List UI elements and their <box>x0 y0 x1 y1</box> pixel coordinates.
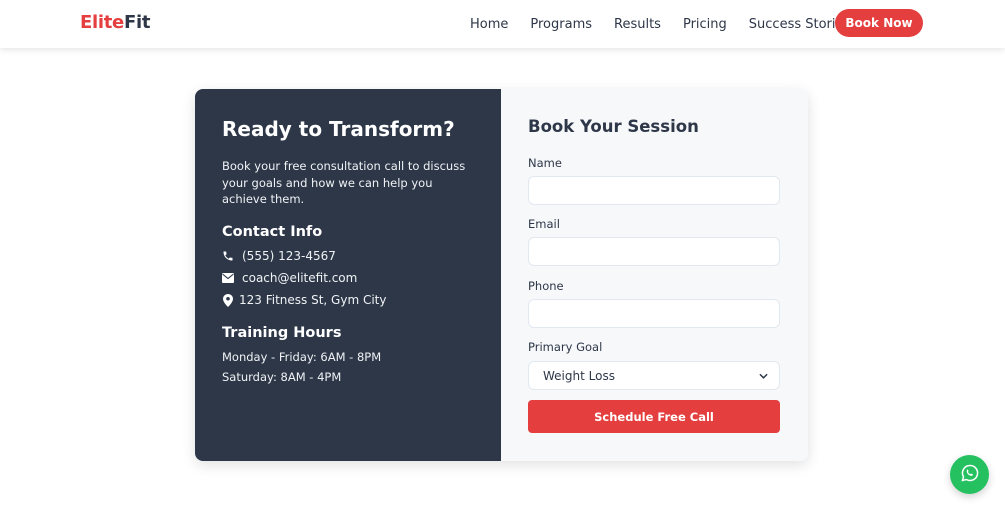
info-panel: Ready to Transform? Book your free consu… <box>195 89 501 461</box>
phone-input[interactable] <box>528 299 780 328</box>
booking-card: Ready to Transform? Book your free consu… <box>195 89 808 461</box>
form-title: Book Your Session <box>528 117 699 136</box>
nav-results[interactable]: Results <box>614 17 661 32</box>
phone-label: Phone <box>528 279 564 293</box>
contact-email-text: coach@elitefit.com <box>242 271 358 285</box>
email-label: Email <box>528 217 560 231</box>
phone-icon <box>222 250 234 262</box>
hours-title: Training Hours <box>222 325 342 341</box>
logo-fit: Fit <box>123 12 151 33</box>
info-title: Ready to Transform? <box>222 117 455 141</box>
contact-phone: (555) 123-4567 <box>222 248 336 264</box>
contact-email: coach@elitefit.com <box>222 270 357 286</box>
nav-programs[interactable]: Programs <box>530 17 592 32</box>
logo[interactable]: EliteFit <box>80 12 150 33</box>
goal-label: Primary Goal <box>528 340 603 354</box>
name-label: Name <box>528 156 562 170</box>
map-pin-icon <box>222 293 234 307</box>
name-input[interactable] <box>528 176 780 205</box>
hours-saturday: Saturday: 8AM - 4PM <box>222 370 342 384</box>
hours-weekday: Monday - Friday: 6AM - 8PM <box>222 350 382 364</box>
site-header: EliteFit Home Programs Results Pricing S… <box>0 0 1005 48</box>
goal-selected-value: Weight Loss <box>543 368 615 383</box>
logo-elite: Elite <box>80 12 124 33</box>
contact-address-text: 123 Fitness St, Gym City <box>239 293 387 307</box>
info-description: Book your free consultation call to disc… <box>222 159 466 206</box>
contact-title: Contact Info <box>222 224 323 240</box>
main-nav: Home Programs Results Pricing Success St… <box>470 0 850 48</box>
contact-address: 123 Fitness St, Gym City <box>222 292 386 308</box>
schedule-call-button[interactable]: Schedule Free Call <box>528 400 780 433</box>
nav-home[interactable]: Home <box>470 17 508 32</box>
contact-phone-text: (555) 123-4567 <box>242 249 336 263</box>
chevron-down-icon <box>759 371 769 381</box>
nav-pricing[interactable]: Pricing <box>683 17 727 32</box>
email-input[interactable] <box>528 237 780 266</box>
book-now-button[interactable]: Book Now <box>835 9 923 37</box>
goal-select[interactable]: Weight Loss <box>528 361 780 390</box>
booking-form: Book Your Session Name Email Phone Prima… <box>501 89 808 461</box>
whatsapp-button[interactable] <box>950 455 989 494</box>
whatsapp-icon <box>960 463 980 487</box>
envelope-icon <box>222 272 234 284</box>
